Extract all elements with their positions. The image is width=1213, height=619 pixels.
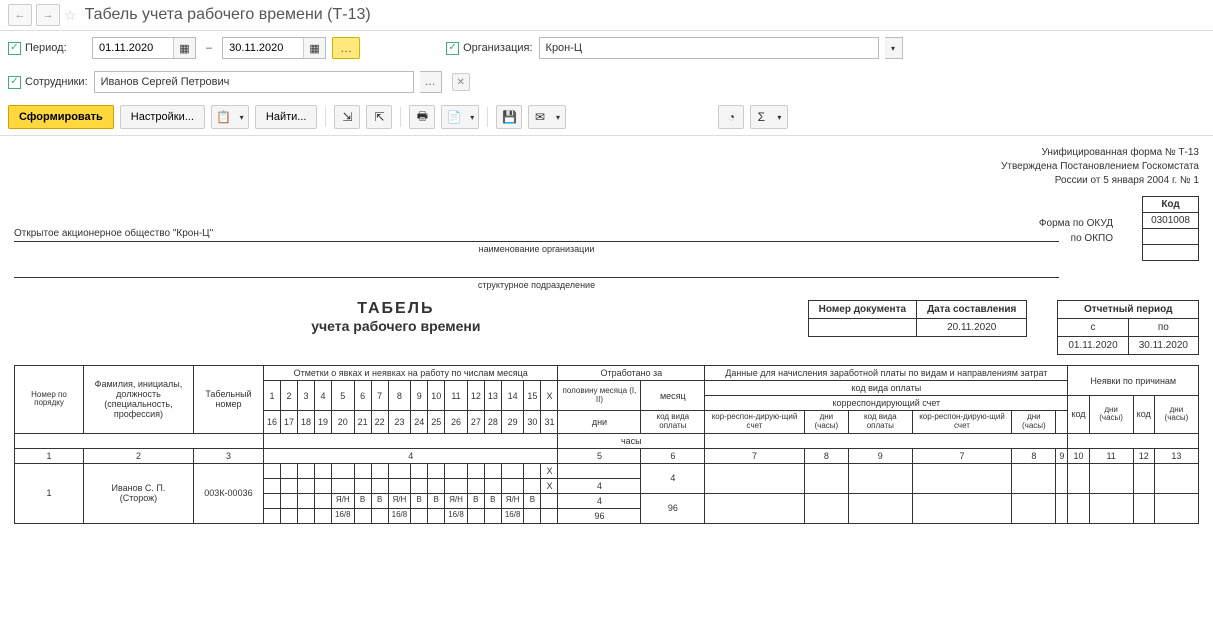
chart-button[interactable]: ◔	[718, 105, 744, 129]
variants-button[interactable]: 📋 ▾	[211, 105, 249, 129]
date-to-input[interactable]	[223, 38, 303, 58]
period-select-button[interactable]: …	[332, 37, 360, 59]
collapse-button[interactable]: ⇱	[366, 105, 392, 129]
employees-select-button[interactable]: …	[420, 71, 442, 93]
settings-button[interactable]: Настройки...	[120, 105, 205, 129]
org-dropdown-button[interactable]: ▾	[885, 37, 903, 59]
calendar-to-icon[interactable]: ▦	[303, 38, 325, 58]
timesheet-table: Номер по порядку Фамилия, инициалы, долж…	[14, 365, 1199, 524]
doc-number-table: Номер документаДата составления 20.11.20…	[808, 300, 1028, 337]
back-button[interactable]: ←	[8, 4, 32, 26]
org-checkbox[interactable]: ✓ Организация:	[446, 42, 532, 55]
employees-label: Сотрудники:	[25, 76, 88, 88]
favorite-icon[interactable]: ☆	[64, 7, 77, 24]
send-button[interactable]: ✉ ▾	[528, 105, 566, 129]
org-label: Организация:	[463, 42, 532, 54]
employees-checkbox[interactable]: ✓ Сотрудники:	[8, 76, 88, 89]
report-area: Унифицированная форма № Т-13 Утверждена …	[0, 136, 1213, 534]
calendar-from-icon[interactable]: ▦	[173, 38, 195, 58]
report-title: ТАБЕЛЬ	[14, 300, 778, 318]
sum-button[interactable]: Σ ▾	[750, 105, 788, 129]
expand-button[interactable]: ⇲	[334, 105, 360, 129]
table-row: 1 Иванов С. П.(Сторож) 003К-00036 X 4	[15, 463, 1199, 478]
org-input[interactable]: Крон-Ц	[539, 37, 879, 59]
period-table: Отчетный период спо 01.11.202030.11.2020	[1057, 300, 1199, 355]
forward-button[interactable]: →	[36, 4, 60, 26]
find-button[interactable]: Найти...	[255, 105, 318, 129]
print-dropdown-button[interactable]: 📄 ▾	[441, 105, 479, 129]
save-button[interactable]: 💾	[496, 105, 522, 129]
code-table: Код 0301008	[1142, 196, 1199, 261]
period-checkbox[interactable]: ✓ Период:	[8, 42, 86, 55]
generate-button[interactable]: Сформировать	[8, 105, 114, 129]
employees-input[interactable]: Иванов Сергей Петрович	[94, 71, 414, 93]
page-title: Табель учета рабочего времени (Т-13)	[85, 6, 371, 24]
form-header: Унифицированная форма № Т-13 Утверждена …	[14, 146, 1199, 188]
date-from-input[interactable]	[93, 38, 173, 58]
org-name: Открытое акционерное общество "Крон-Ц"	[14, 228, 1059, 242]
employees-clear-button[interactable]: ✕	[452, 73, 470, 91]
period-label: Период:	[25, 42, 67, 54]
print-button[interactable]: 🖶	[409, 105, 435, 129]
